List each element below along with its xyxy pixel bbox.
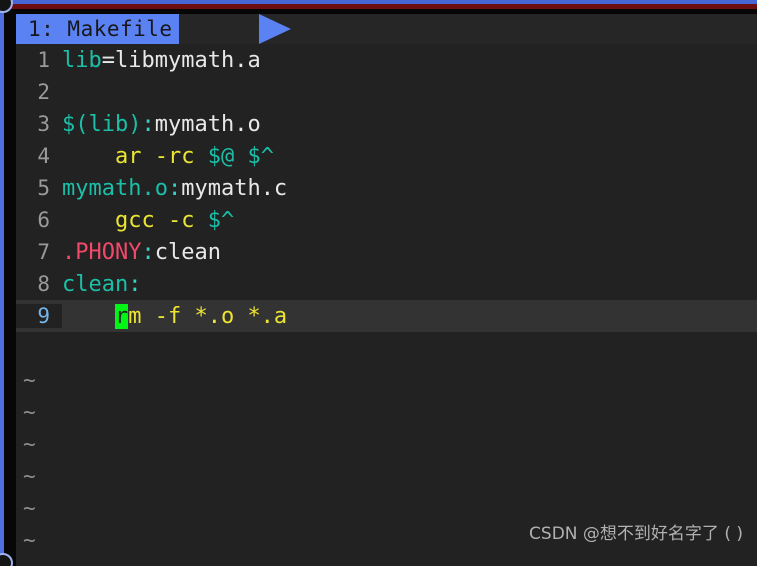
- code-token: :: [167, 175, 182, 201]
- line-content[interactable]: lib=libmymath.a: [62, 48, 757, 73]
- text-cursor: r: [114, 303, 129, 329]
- line-content[interactable]: mymath.o:mymath.c: [62, 176, 757, 201]
- line-content[interactable]: .PHONY:clean: [62, 240, 757, 265]
- tilde-marker: ~: [23, 464, 36, 488]
- code-token: mymath.o: [62, 175, 168, 201]
- tab-arrow-icon: [259, 14, 291, 44]
- line-content[interactable]: rm -f *.o *.a: [62, 303, 757, 329]
- tilde-marker: ~: [23, 432, 36, 456]
- code-token: .PHONY: [62, 239, 142, 265]
- code-line[interactable]: 9 rm -f *.o *.a: [16, 300, 757, 332]
- code-line[interactable]: 5 mymath.o:mymath.c: [16, 172, 757, 204]
- csdn-watermark: CSDN @想不到好名字了 ( ): [529, 524, 743, 544]
- code-token: $@: [207, 143, 235, 169]
- tilde-marker: ~: [23, 400, 36, 424]
- code-token: ar -rc: [62, 143, 208, 169]
- code-token: gcc -c: [62, 207, 208, 233]
- code-token: :: [141, 239, 155, 265]
- editor-pane[interactable]: 1: Makefile 1 lib=libmymath.a 2 3 $(lib):mym…: [16, 14, 757, 566]
- code-token: mymath.o: [154, 111, 261, 137]
- code-token: m -f *.o *.a: [128, 303, 288, 329]
- tab-makefile-label: 1: Makefile: [28, 17, 173, 41]
- line-content[interactable]: $(lib):mymath.o: [62, 112, 757, 137]
- line-number: 6: [37, 208, 50, 232]
- line-number: 5: [37, 176, 50, 200]
- tilde-marker: ~: [16, 556, 757, 566]
- line-content[interactable]: gcc -c $^: [62, 208, 757, 233]
- code-token: clean: [154, 239, 221, 265]
- line-number: 4: [37, 144, 50, 168]
- code-line[interactable]: 3 $(lib):mymath.o: [16, 108, 757, 140]
- line-number: 3: [37, 112, 50, 136]
- code-line[interactable]: 6 gcc -c $^: [16, 204, 757, 236]
- code-token: :: [128, 271, 142, 297]
- line-number: 7: [37, 240, 50, 264]
- line-number: 8: [37, 272, 50, 296]
- line-number: 2: [37, 80, 50, 104]
- window-left-black-border: [4, 9, 16, 566]
- code-token: $^: [207, 207, 235, 233]
- code-line[interactable]: 7 .PHONY:clean: [16, 236, 757, 268]
- code-token: lib: [62, 47, 102, 73]
- code-line[interactable]: 2: [16, 76, 757, 108]
- code-token: libmymath.a: [115, 47, 261, 73]
- tab-makefile[interactable]: 1: Makefile: [16, 14, 179, 44]
- vim-editor-window: 1: Makefile 1 lib=libmymath.a 2 3 $(lib):mym…: [0, 0, 757, 566]
- code-token: =: [101, 47, 115, 73]
- code-line[interactable]: 8 clean:: [16, 268, 757, 300]
- line-number: 1: [37, 48, 50, 72]
- code-token: $^: [247, 143, 274, 169]
- tilde-marker: ~: [23, 368, 36, 392]
- code-token: clean: [62, 271, 129, 297]
- line-content[interactable]: ar -rc $@ $^: [62, 144, 757, 169]
- code-token: mymath.c: [181, 175, 288, 201]
- code-token: $(lib): [62, 111, 142, 137]
- line-number: 9: [16, 304, 62, 328]
- tabline: 1: Makefile: [16, 14, 757, 44]
- line-content[interactable]: clean:: [62, 272, 757, 297]
- code-line[interactable]: 4 ar -rc $@ $^: [16, 140, 757, 172]
- code-line[interactable]: 1 lib=libmymath.a: [16, 44, 757, 76]
- code-token: :: [141, 111, 155, 137]
